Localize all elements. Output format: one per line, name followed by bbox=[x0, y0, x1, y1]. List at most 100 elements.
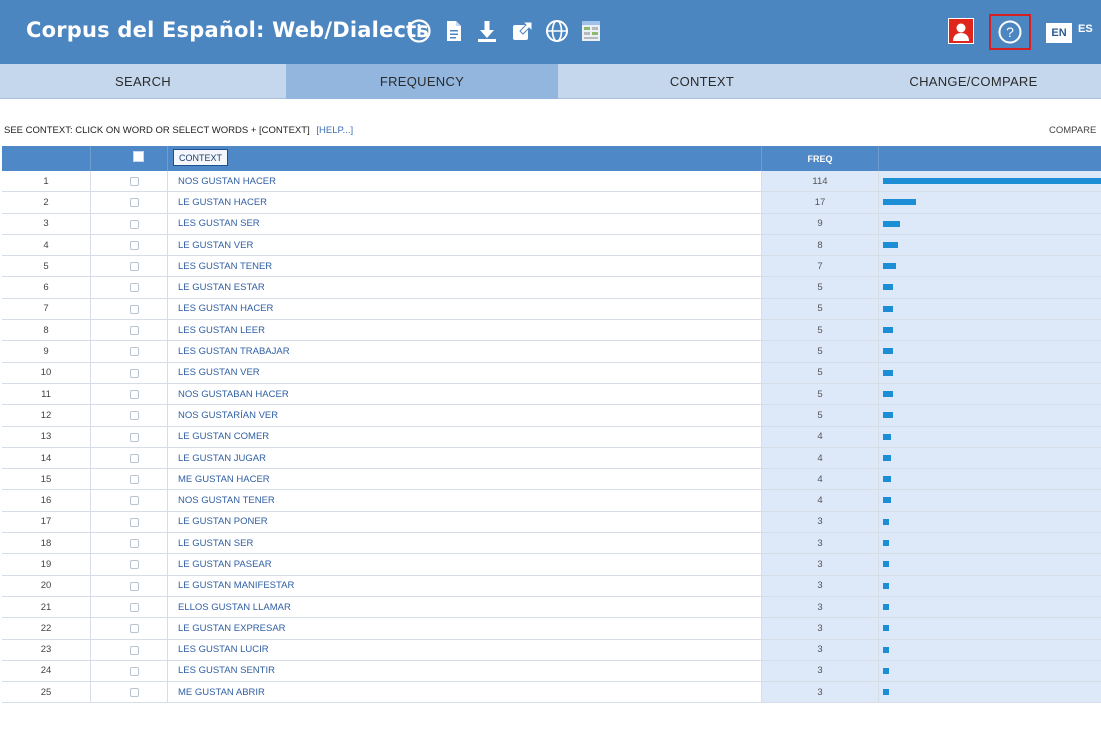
row-freq: 4 bbox=[762, 469, 878, 490]
row-checkbox[interactable] bbox=[130, 453, 139, 463]
frequency-bar bbox=[883, 454, 891, 461]
row-word-link[interactable]: ME GUSTAN HACER bbox=[178, 469, 270, 489]
row-bar-cell bbox=[879, 171, 1101, 192]
row-word-link[interactable]: LE GUSTAN HACER bbox=[178, 192, 267, 212]
row-bar-cell bbox=[879, 575, 1101, 596]
document-icon[interactable] bbox=[440, 18, 466, 44]
language-es-button[interactable]: ES bbox=[1078, 23, 1093, 35]
row-checkbox[interactable] bbox=[130, 304, 139, 314]
table-row: 12 NOS GUSTARÍAN VER 5 bbox=[2, 405, 1101, 427]
row-checkbox[interactable] bbox=[130, 240, 139, 250]
row-checkbox[interactable] bbox=[130, 475, 139, 485]
row-word-link[interactable]: LE GUSTAN ESTAR bbox=[178, 277, 265, 297]
table-row: 22 LE GUSTAN EXPRESAR 3 bbox=[2, 618, 1101, 640]
external-link-icon[interactable] bbox=[510, 18, 536, 44]
table-row: 1 NOS GUSTAN HACER 114 bbox=[2, 171, 1101, 193]
header-bar: Corpus del Español: Web/Dialects ? EN ES bbox=[0, 0, 1101, 64]
row-checkbox[interactable] bbox=[130, 496, 139, 506]
row-freq: 3 bbox=[762, 554, 878, 575]
row-freq: 4 bbox=[762, 426, 878, 447]
row-word-link[interactable]: LE GUSTAN SER bbox=[178, 533, 253, 553]
compare-link[interactable]: COMPARE bbox=[1049, 125, 1096, 136]
row-word-link[interactable]: NOS GUSTAN TENER bbox=[178, 490, 275, 510]
row-word-link[interactable]: LES GUSTAN VER bbox=[178, 363, 260, 383]
download-icon[interactable] bbox=[474, 18, 500, 44]
row-word-link[interactable]: LE GUSTAN PASEAR bbox=[178, 554, 272, 574]
row-checkbox[interactable] bbox=[130, 177, 139, 186]
row-checkbox[interactable] bbox=[130, 389, 139, 399]
globe-icon[interactable] bbox=[544, 18, 570, 44]
row-checkbox[interactable] bbox=[130, 347, 139, 357]
row-checkbox[interactable] bbox=[130, 411, 139, 421]
row-freq: 9 bbox=[762, 213, 878, 234]
row-word-link[interactable]: LES GUSTAN SER bbox=[178, 214, 260, 234]
row-checkbox[interactable] bbox=[130, 666, 139, 676]
row-rank: 20 bbox=[40, 580, 52, 592]
row-checkbox[interactable] bbox=[130, 326, 139, 336]
row-rank: 18 bbox=[40, 537, 52, 549]
row-word-link[interactable]: LES GUSTAN TENER bbox=[178, 256, 272, 276]
row-word-link[interactable]: LES GUSTAN SENTIR bbox=[178, 661, 275, 681]
frequency-bar bbox=[883, 305, 893, 312]
row-word-link[interactable]: LE GUSTAN EXPRESAR bbox=[178, 618, 286, 638]
row-checkbox[interactable] bbox=[130, 198, 139, 208]
row-checkbox[interactable] bbox=[130, 602, 139, 612]
table-row: 19 LE GUSTAN PASEAR 3 bbox=[2, 554, 1101, 576]
row-checkbox[interactable] bbox=[130, 368, 139, 378]
table-row: 14 LE GUSTAN JUGAR 4 bbox=[2, 447, 1101, 470]
tab-bar: SEARCH FREQUENCY CONTEXT CHANGE/COMPARE bbox=[0, 64, 1101, 99]
row-word-link[interactable]: LE GUSTAN PONER bbox=[178, 512, 268, 532]
row-checkbox[interactable] bbox=[130, 283, 139, 293]
row-checkbox[interactable] bbox=[130, 560, 139, 570]
row-checkbox[interactable] bbox=[130, 517, 139, 527]
user-icon[interactable] bbox=[948, 18, 974, 44]
frequency-bar bbox=[883, 284, 893, 291]
help-link[interactable]: [HELP...] bbox=[316, 125, 353, 136]
tab-search[interactable]: SEARCH bbox=[0, 64, 286, 99]
row-bar-cell bbox=[879, 383, 1101, 405]
freq-header[interactable]: FREQ bbox=[762, 146, 878, 171]
row-bar-cell bbox=[879, 554, 1101, 575]
row-checkbox[interactable] bbox=[130, 262, 139, 272]
row-checkbox[interactable] bbox=[130, 219, 139, 229]
row-checkbox[interactable] bbox=[130, 432, 139, 442]
row-word-link[interactable]: LE GUSTAN JUGAR bbox=[178, 448, 266, 468]
help-button[interactable]: ? bbox=[989, 14, 1031, 50]
row-word-link[interactable]: LES GUSTAN LUCIR bbox=[178, 640, 269, 660]
row-rank: 22 bbox=[40, 622, 52, 634]
row-word-link[interactable]: NOS GUSTARÍAN VER bbox=[178, 405, 278, 425]
context-button[interactable]: CONTEXT bbox=[173, 149, 229, 166]
row-word-link[interactable]: NOS GUSTAN HACER bbox=[178, 171, 276, 191]
row-checkbox[interactable] bbox=[130, 539, 139, 549]
row-freq: 3 bbox=[762, 682, 878, 703]
texts-icon[interactable] bbox=[578, 18, 604, 44]
row-word-link[interactable]: LES GUSTAN TRABAJAR bbox=[178, 341, 290, 361]
row-checkbox[interactable] bbox=[130, 645, 139, 655]
info-icon[interactable] bbox=[406, 18, 432, 44]
row-freq: 5 bbox=[762, 383, 878, 405]
row-word-link[interactable]: ELLOS GUSTAN LLAMAR bbox=[178, 597, 291, 617]
row-freq: 3 bbox=[762, 533, 878, 554]
table-row: 9 LES GUSTAN TRABAJAR 5 bbox=[2, 341, 1101, 363]
tab-change-compare[interactable]: CHANGE/COMPARE bbox=[846, 64, 1101, 99]
tab-frequency[interactable]: FREQUENCY bbox=[286, 64, 558, 99]
row-checkbox[interactable] bbox=[130, 688, 139, 698]
row-word-link[interactable]: LE GUSTAN COMER bbox=[178, 427, 269, 447]
row-word-link[interactable]: LE GUSTAN MANIFESTAR bbox=[178, 576, 294, 596]
row-word-link[interactable]: NOS GUSTABAN HACER bbox=[178, 384, 289, 404]
select-all-checkbox[interactable] bbox=[133, 151, 144, 162]
app-title[interactable]: Corpus del Español: Web/Dialects bbox=[26, 18, 429, 42]
tab-context[interactable]: CONTEXT bbox=[558, 64, 846, 99]
row-word-link[interactable]: ME GUSTAN ABRIR bbox=[178, 682, 265, 702]
table-row: 25 ME GUSTAN ABRIR 3 bbox=[2, 682, 1101, 704]
row-word-link[interactable]: LE GUSTAN VER bbox=[178, 235, 253, 255]
row-word-link[interactable]: LES GUSTAN HACER bbox=[178, 299, 273, 319]
row-freq: 4 bbox=[762, 447, 878, 469]
row-bar-cell bbox=[879, 618, 1101, 639]
row-word-link[interactable]: LES GUSTAN LEER bbox=[178, 320, 265, 340]
row-freq: 4 bbox=[762, 490, 878, 511]
row-checkbox[interactable] bbox=[130, 581, 139, 591]
row-bar-cell bbox=[879, 596, 1101, 618]
language-en-button[interactable]: EN bbox=[1046, 23, 1072, 43]
row-checkbox[interactable] bbox=[130, 624, 139, 634]
